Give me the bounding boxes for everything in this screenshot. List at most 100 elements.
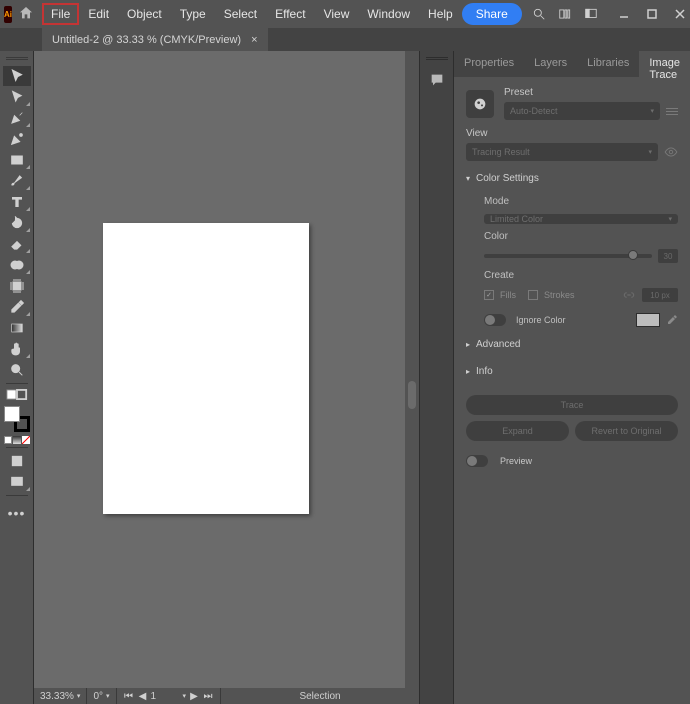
rotate-field[interactable]: 0°▾ <box>87 688 116 704</box>
color-slider[interactable] <box>484 254 652 258</box>
color-value[interactable]: 30 <box>658 249 678 263</box>
color-mode-row[interactable] <box>4 436 30 444</box>
vertical-scrollbar[interactable] <box>405 51 419 688</box>
minimize-button[interactable] <box>614 6 634 22</box>
color-label: Color <box>484 231 678 242</box>
ignore-color-swatch[interactable] <box>636 313 660 327</box>
document-tab-close[interactable]: × <box>251 34 257 46</box>
menu-view[interactable]: View <box>315 3 359 25</box>
home-icon <box>18 5 34 24</box>
info-header[interactable]: ▸ Info <box>466 362 678 381</box>
menu-object[interactable]: Object <box>118 3 171 25</box>
tab-layers[interactable]: Layers <box>524 51 577 77</box>
artboard[interactable] <box>103 223 309 514</box>
strokes-checkbox[interactable] <box>528 290 538 300</box>
paintbrush-tool[interactable] <box>3 171 31 191</box>
curvature-tool[interactable] <box>3 129 31 149</box>
draw-mode[interactable] <box>3 451 31 471</box>
artboard-tool[interactable] <box>3 276 31 296</box>
workspace-icon <box>584 7 598 21</box>
menu-file[interactable]: File <box>42 3 79 25</box>
stroke-link-icon[interactable] <box>622 288 636 302</box>
tab-properties[interactable]: Properties <box>454 51 524 77</box>
panel-grip[interactable] <box>6 57 28 62</box>
preview-label: Preview <box>500 456 532 466</box>
menu-select[interactable]: Select <box>215 3 266 25</box>
document-tab[interactable]: Untitled-2 @ 33.33 % (CMYK/Preview) × <box>42 28 268 51</box>
menu-help[interactable]: Help <box>419 3 462 25</box>
direct-selection-tool[interactable] <box>3 87 31 107</box>
artboard-index[interactable] <box>151 691 181 702</box>
artboard-prev[interactable]: ◀ <box>137 691 149 702</box>
ignore-color-eyedropper[interactable] <box>666 314 678 326</box>
eyedropper-icon <box>666 314 678 326</box>
menubar: Ai File Edit Object Type Select Effect V… <box>0 0 690 28</box>
document-tabbar: Untitled-2 @ 33.33 % (CMYK/Preview) × <box>0 28 690 51</box>
share-button[interactable]: Share <box>462 3 522 25</box>
type-tool[interactable] <box>3 192 31 212</box>
preset-menu-button[interactable] <box>666 108 678 115</box>
strokes-label: Strokes <box>544 290 575 300</box>
artboard-first[interactable]: ⏮ <box>123 691 135 702</box>
color-settings-header[interactable]: ▾ Color Settings <box>466 169 678 188</box>
chevron-down-icon: ▾ <box>466 174 470 183</box>
panel-tabs: Properties Layers Libraries Image Trace <box>454 51 690 77</box>
preset-select[interactable]: Auto-Detect▾ <box>504 102 660 120</box>
view-label: View <box>466 128 678 139</box>
comment-icon <box>428 72 446 88</box>
collapsed-panel-strip <box>419 51 453 704</box>
fill-stroke-toggle[interactable] <box>3 387 31 401</box>
search-button[interactable] <box>530 5 548 23</box>
pen-tool[interactable] <box>3 108 31 128</box>
expand-button[interactable]: Expand <box>466 421 569 441</box>
maximize-button[interactable] <box>642 6 662 22</box>
preview-toggle[interactable] <box>466 455 488 467</box>
fills-checkbox[interactable]: ✓ <box>484 290 494 300</box>
comments-panel-button[interactable] <box>428 72 446 91</box>
eyedropper-tool[interactable] <box>3 297 31 317</box>
preset-label: Preset <box>504 87 678 98</box>
close-button[interactable] <box>670 6 690 22</box>
search-icon <box>532 7 546 21</box>
menu-type[interactable]: Type <box>171 3 215 25</box>
edit-toolbar[interactable]: ••• <box>8 505 26 521</box>
menu-edit[interactable]: Edit <box>79 3 118 25</box>
screen-mode[interactable] <box>3 472 31 492</box>
artboard-next[interactable]: ▶ <box>188 691 200 702</box>
view-select[interactable]: Tracing Result▾ <box>466 143 658 161</box>
selection-tool[interactable] <box>3 66 31 86</box>
fill-stroke-swatch[interactable] <box>4 406 30 432</box>
trace-button[interactable]: Trace <box>466 395 678 415</box>
arrange-button[interactable] <box>556 5 574 23</box>
image-trace-icon <box>466 90 494 118</box>
stroke-width-field[interactable]: 10 px <box>642 288 678 302</box>
zoom-tool[interactable] <box>3 360 31 380</box>
hand-tool[interactable] <box>3 339 31 359</box>
advanced-header[interactable]: ▸ Advanced <box>466 335 678 354</box>
tab-image-trace[interactable]: Image Trace <box>639 51 690 77</box>
menu-effect[interactable]: Effect <box>266 3 314 25</box>
mode-label: Mode <box>484 196 678 207</box>
workspace-button[interactable] <box>582 5 600 23</box>
tab-libraries[interactable]: Libraries <box>577 51 639 77</box>
rotate-tool[interactable] <box>3 213 31 233</box>
artboard-last[interactable]: ⏭ <box>202 691 214 702</box>
home-button[interactable] <box>18 3 34 25</box>
gradient-tool[interactable] <box>3 318 31 338</box>
right-panel: Properties Layers Libraries Image Trace … <box>453 51 690 704</box>
artboard-dropdown[interactable]: ▾ <box>183 692 187 700</box>
rectangle-tool[interactable] <box>3 150 31 170</box>
panel-grip[interactable] <box>426 57 448 62</box>
zoom-field[interactable]: 33.33%▾ <box>34 688 87 704</box>
ignore-color-toggle[interactable] <box>484 314 506 326</box>
view-eye-button[interactable] <box>664 145 678 159</box>
current-tool-label: Selection <box>293 688 346 704</box>
fills-label: Fills <box>500 290 516 300</box>
revert-button[interactable]: Revert to Original <box>575 421 678 441</box>
shape-builder-tool[interactable] <box>3 255 31 275</box>
menu-window[interactable]: Window <box>358 3 419 25</box>
eraser-tool[interactable] <box>3 234 31 254</box>
chevron-right-icon: ▸ <box>466 340 470 349</box>
canvas-area[interactable]: 33.33%▾ 0°▾ ⏮ ◀ ▾ ▶ ⏭ Selection <box>34 51 419 704</box>
mode-select[interactable]: Limited Color▾ <box>484 214 678 224</box>
